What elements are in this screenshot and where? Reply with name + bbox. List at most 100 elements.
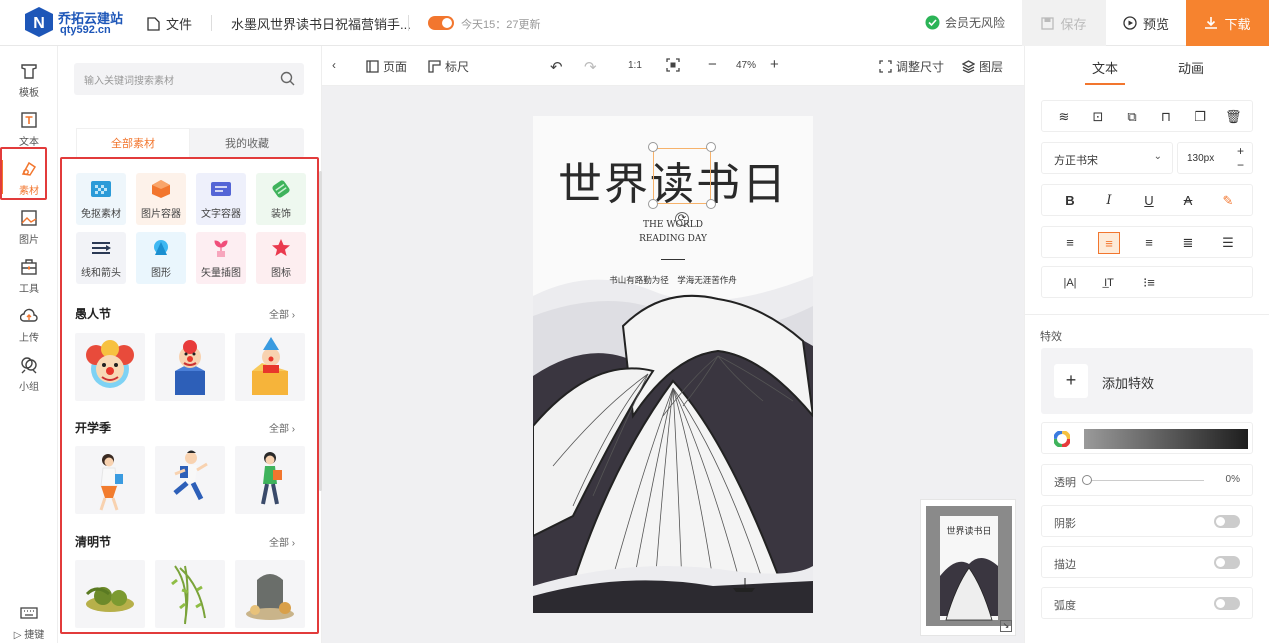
resize-button[interactable]: 调整尺寸 <box>879 58 944 75</box>
undo-button[interactable]: ↶ <box>550 58 563 76</box>
align-right-icon[interactable]: ≡ <box>1141 235 1157 251</box>
opacity-slider[interactable] <box>1086 480 1204 481</box>
template-icon <box>21 64 37 79</box>
canvas-area[interactable]: 世界读书日 ⟳ THE WORLD READING DAY 书山有路勤为径 学海… <box>322 86 1024 643</box>
letter-spacing-icon[interactable]: |A| <box>1062 275 1078 291</box>
bold-icon[interactable]: B <box>1062 193 1078 209</box>
opacity-slider-handle[interactable] <box>1082 475 1092 485</box>
resize-icon <box>879 60 892 73</box>
collapse-panel-button[interactable]: ‹ <box>332 58 336 72</box>
flip-icon[interactable]: ⧉ <box>1124 109 1140 125</box>
search-placeholder: 输入关键词搜索素材 <box>84 76 174 87</box>
file-icon <box>147 16 160 31</box>
text-icon <box>21 112 37 128</box>
selection-handle[interactable] <box>648 142 658 152</box>
toolbox-icon <box>21 259 37 275</box>
logo-icon: N <box>25 7 53 37</box>
page-icon <box>366 60 379 73</box>
ratio-button[interactable]: 1:1 <box>628 60 642 71</box>
gradient-color-picker[interactable] <box>1041 422 1253 454</box>
nav-label: 工具 <box>19 284 39 295</box>
nav-item-shortcuts[interactable]: ▷ 捷键 <box>0 598 58 642</box>
duplicate-icon[interactable]: ❐ <box>1192 109 1208 125</box>
play-circle-icon <box>1123 16 1137 30</box>
nav-item-upload[interactable]: 上传 <box>0 301 58 347</box>
nav-item-text[interactable]: 文本 <box>0 105 58 151</box>
left-nav: 模板 文本 素材 图片 工具 上传 小组 ▷ 捷键 <box>0 46 58 643</box>
list-icon[interactable]: ⁝≡ <box>1141 275 1157 291</box>
justify-icon[interactable]: ≣ <box>1180 235 1196 251</box>
color-wheel-icon[interactable] <box>1054 431 1070 447</box>
stroke-toggle[interactable] <box>1214 556 1240 569</box>
chevron-left-icon: ‹ <box>332 58 336 72</box>
search-input[interactable]: 输入关键词搜索素材 <box>74 63 304 95</box>
zoom-out-button[interactable]: − <box>708 56 717 73</box>
autosave-toggle[interactable] <box>428 16 454 30</box>
selection-handle[interactable] <box>706 142 716 152</box>
member-safe-badge: 会员无风险 <box>925 14 1005 31</box>
chevron-down-icon: ⌄ <box>1153 151 1162 162</box>
strikethrough-icon[interactable]: A <box>1180 193 1196 209</box>
ruler-button[interactable]: 标尺 <box>428 58 469 75</box>
preview-button[interactable]: 预览 <box>1106 0 1186 46</box>
minimap-title: 世界读书日 <box>946 527 992 537</box>
team-icon <box>21 357 37 374</box>
text-color-icon[interactable]: ✎ <box>1220 193 1236 209</box>
update-time: 今天15：27更新 <box>461 19 541 31</box>
nav-item-tools[interactable]: 工具 <box>0 252 58 298</box>
decrease-icon[interactable]: − <box>1237 158 1244 172</box>
ruler-icon <box>428 60 441 73</box>
effects-label: 特效 <box>1040 331 1062 343</box>
gradient-bar[interactable] <box>1084 429 1248 449</box>
lock-icon[interactable]: ⊓ <box>1158 109 1174 125</box>
tab-all-materials[interactable]: 全部素材 <box>76 128 190 158</box>
tab-animation[interactable]: 动画 <box>1178 58 1204 77</box>
tab-my-favorites[interactable]: 我的收藏 <box>190 128 304 158</box>
italic-icon[interactable]: I <box>1101 193 1117 209</box>
layer-order-icon[interactable]: ≋ <box>1056 109 1072 125</box>
selection-handle[interactable] <box>648 199 658 209</box>
page-button[interactable]: 页面 <box>366 58 407 75</box>
font-size-stepper[interactable]: 130px + − <box>1177 142 1253 174</box>
fit-screen-button[interactable] <box>666 58 680 72</box>
arc-row: 弧度 <box>1041 587 1253 619</box>
line-height-icon[interactable]: I̲T <box>1101 275 1117 291</box>
download-button[interactable]: 下载 <box>1186 0 1269 46</box>
page-thumbnail[interactable]: 世界读书日 ↘ <box>920 499 1016 636</box>
poster-slogan[interactable]: 书山有路勤为径 学海无涯苦作舟 <box>533 274 813 286</box>
font-family-select[interactable]: 方正书宋 ⌄ <box>1041 142 1173 174</box>
nav-label: 模板 <box>19 88 39 99</box>
poster-subtitle-line1[interactable]: THE WORLD <box>533 220 813 230</box>
delete-icon[interactable]: 🗑 <box>1225 109 1242 125</box>
save-button[interactable]: 保存 <box>1022 0 1106 46</box>
selection-handle[interactable] <box>706 199 716 209</box>
shadow-row: 阴影 <box>1041 505 1253 537</box>
align-left-icon[interactable]: ≡ <box>1062 235 1078 251</box>
file-button[interactable]: 文件 <box>147 14 192 33</box>
redo-button[interactable]: ↷ <box>584 58 597 76</box>
increase-icon[interactable]: + <box>1237 144 1244 158</box>
tab-text[interactable]: 文本 <box>1092 58 1118 77</box>
align-center-icon[interactable]: ⊡ <box>1090 109 1106 125</box>
add-effect-button[interactable]: + 添加特效 <box>1041 348 1253 414</box>
nav-item-image[interactable]: 图片 <box>0 203 58 249</box>
check-circle-icon <box>925 15 940 30</box>
selection-box[interactable] <box>653 148 711 204</box>
search-icon[interactable] <box>280 71 295 86</box>
zoom-in-button[interactable]: + <box>770 56 779 73</box>
nav-item-template[interactable]: 模板 <box>0 56 58 102</box>
poster-canvas[interactable]: 世界读书日 ⟳ THE WORLD READING DAY 书山有路勤为径 学海… <box>533 116 813 613</box>
distribute-icon[interactable]: ☰ <box>1220 235 1236 251</box>
expand-icon[interactable]: ↘ <box>1000 620 1012 632</box>
nav-label: ▷ 捷键 <box>13 630 45 641</box>
align-center-text-icon[interactable]: ≡ <box>1098 232 1120 254</box>
document-title[interactable]: 水墨风世界读书日祝福营销手... <box>231 14 411 33</box>
arc-toggle[interactable] <box>1214 597 1240 610</box>
layers-button[interactable]: 图层 <box>962 58 1003 75</box>
nav-item-team[interactable]: 小组 <box>0 350 58 396</box>
shadow-toggle[interactable] <box>1214 515 1240 528</box>
canvas-toolbar: ‹ 页面 标尺 ↶ ↷ 1:1 − 47% + 调整尺寸 图层 <box>322 46 1024 86</box>
underline-icon[interactable]: U <box>1141 193 1157 209</box>
poster-subtitle-line2[interactable]: READING DAY <box>533 234 813 244</box>
save-label: 保存 <box>1060 16 1087 32</box>
